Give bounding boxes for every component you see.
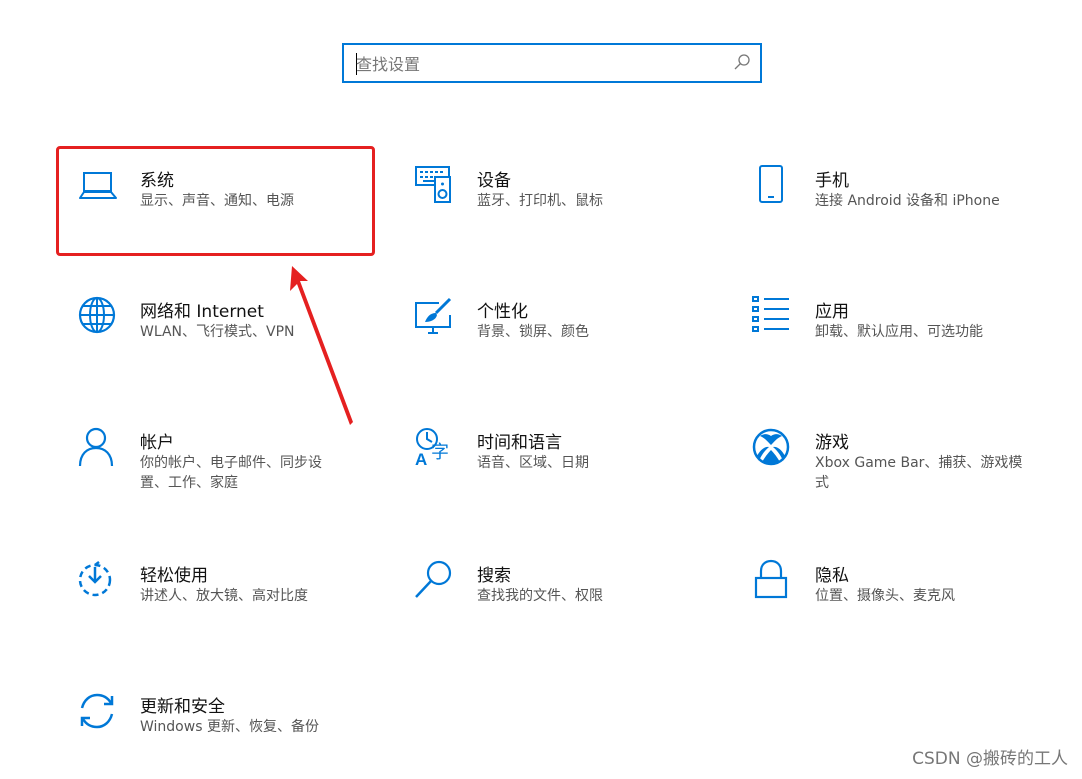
tile-title: 应用 [815, 302, 849, 322]
svg-text:字: 字 [431, 442, 449, 463]
tile-title: 帐户 [140, 433, 174, 453]
tile-apps[interactable]: 应用 卸载、默认应用、可选功能 [752, 296, 1053, 407]
tile-description: Windows 更新、恢复、备份 [140, 719, 319, 735]
magnifier-icon [415, 560, 452, 598]
tile-phone[interactable]: 手机 连接 Android 设备和 iPhone [753, 165, 1053, 276]
search-icon[interactable] [732, 52, 752, 72]
sync-icon [80, 693, 114, 729]
tile-description: 卸载、默认应用、可选功能 [815, 324, 983, 340]
tile-title: 时间和语言 [477, 433, 562, 453]
tile-description: 位置、摄像头、麦克风 [815, 588, 955, 604]
search-box[interactable] [342, 43, 762, 83]
tile-description: 讲述人、放大镜、高对比度 [140, 588, 308, 604]
apps-list-icon [752, 296, 789, 332]
tile-description: 查找我的文件、权限 [477, 588, 603, 604]
tile-title: 轻松使用 [140, 566, 208, 586]
xbox-icon [752, 428, 790, 466]
tile-title: 搜索 [477, 566, 511, 586]
time-language-icon: A 字 [415, 428, 449, 469]
tile-title: 网络和 Internet [140, 302, 264, 322]
tile-title: 手机 [815, 171, 849, 191]
tile-personalization[interactable]: 个性化 背景、锁屏、颜色 [415, 297, 715, 407]
tile-title: 更新和安全 [140, 697, 225, 717]
tile-gaming[interactable]: 游戏 Xbox Game Bar、捕获、游戏模式 [752, 428, 1053, 538]
tile-update-security[interactable]: 更新和安全 Windows 更新、恢复、备份 [78, 692, 378, 779]
tile-description: 你的帐户、电子邮件、同步设置、工作、家庭 [140, 455, 322, 491]
tile-title: 个性化 [477, 302, 528, 322]
tile-ease-of-access[interactable]: 轻松使用 讲述人、放大镜、高对比度 [78, 561, 378, 671]
tile-devices[interactable]: 设备 蓝牙、打印机、鼠标 [415, 166, 715, 276]
tile-network[interactable]: 网络和 Internet WLAN、飞行模式、VPN [78, 296, 378, 407]
ease-of-access-icon [78, 561, 112, 597]
tile-title: 设备 [477, 171, 511, 191]
tile-description: Xbox Game Bar、捕获、游戏模式 [815, 455, 1023, 491]
tile-search[interactable]: 搜索 查找我的文件、权限 [415, 560, 715, 671]
annotation-highlight-box [56, 146, 375, 256]
tile-title: 隐私 [815, 566, 849, 586]
tile-privacy[interactable]: 隐私 位置、摄像头、麦克风 [753, 559, 1053, 671]
person-icon [78, 427, 114, 467]
tile-description: 连接 Android 设备和 iPhone [815, 193, 1000, 209]
phone-icon [759, 165, 783, 203]
search-input[interactable] [356, 51, 716, 77]
tile-description: 语音、区域、日期 [477, 455, 589, 471]
lock-icon [754, 559, 788, 599]
svg-text:A: A [415, 450, 427, 469]
keyboard-speaker-icon [415, 166, 451, 203]
tile-description: 蓝牙、打印机、鼠标 [477, 193, 603, 209]
tile-title: 游戏 [815, 433, 849, 453]
tile-description: WLAN、飞行模式、VPN [140, 324, 295, 340]
paint-brush-icon [415, 297, 452, 334]
tile-accounts[interactable]: 帐户 你的帐户、电子邮件、同步设置、工作、家庭 [78, 427, 378, 538]
globe-icon [78, 296, 116, 334]
tile-time-language[interactable]: A 字 时间和语言 语音、区域、日期 [415, 428, 715, 538]
tile-description: 背景、锁屏、颜色 [477, 324, 589, 340]
watermark: CSDN @搬砖的工人 [912, 749, 1068, 769]
